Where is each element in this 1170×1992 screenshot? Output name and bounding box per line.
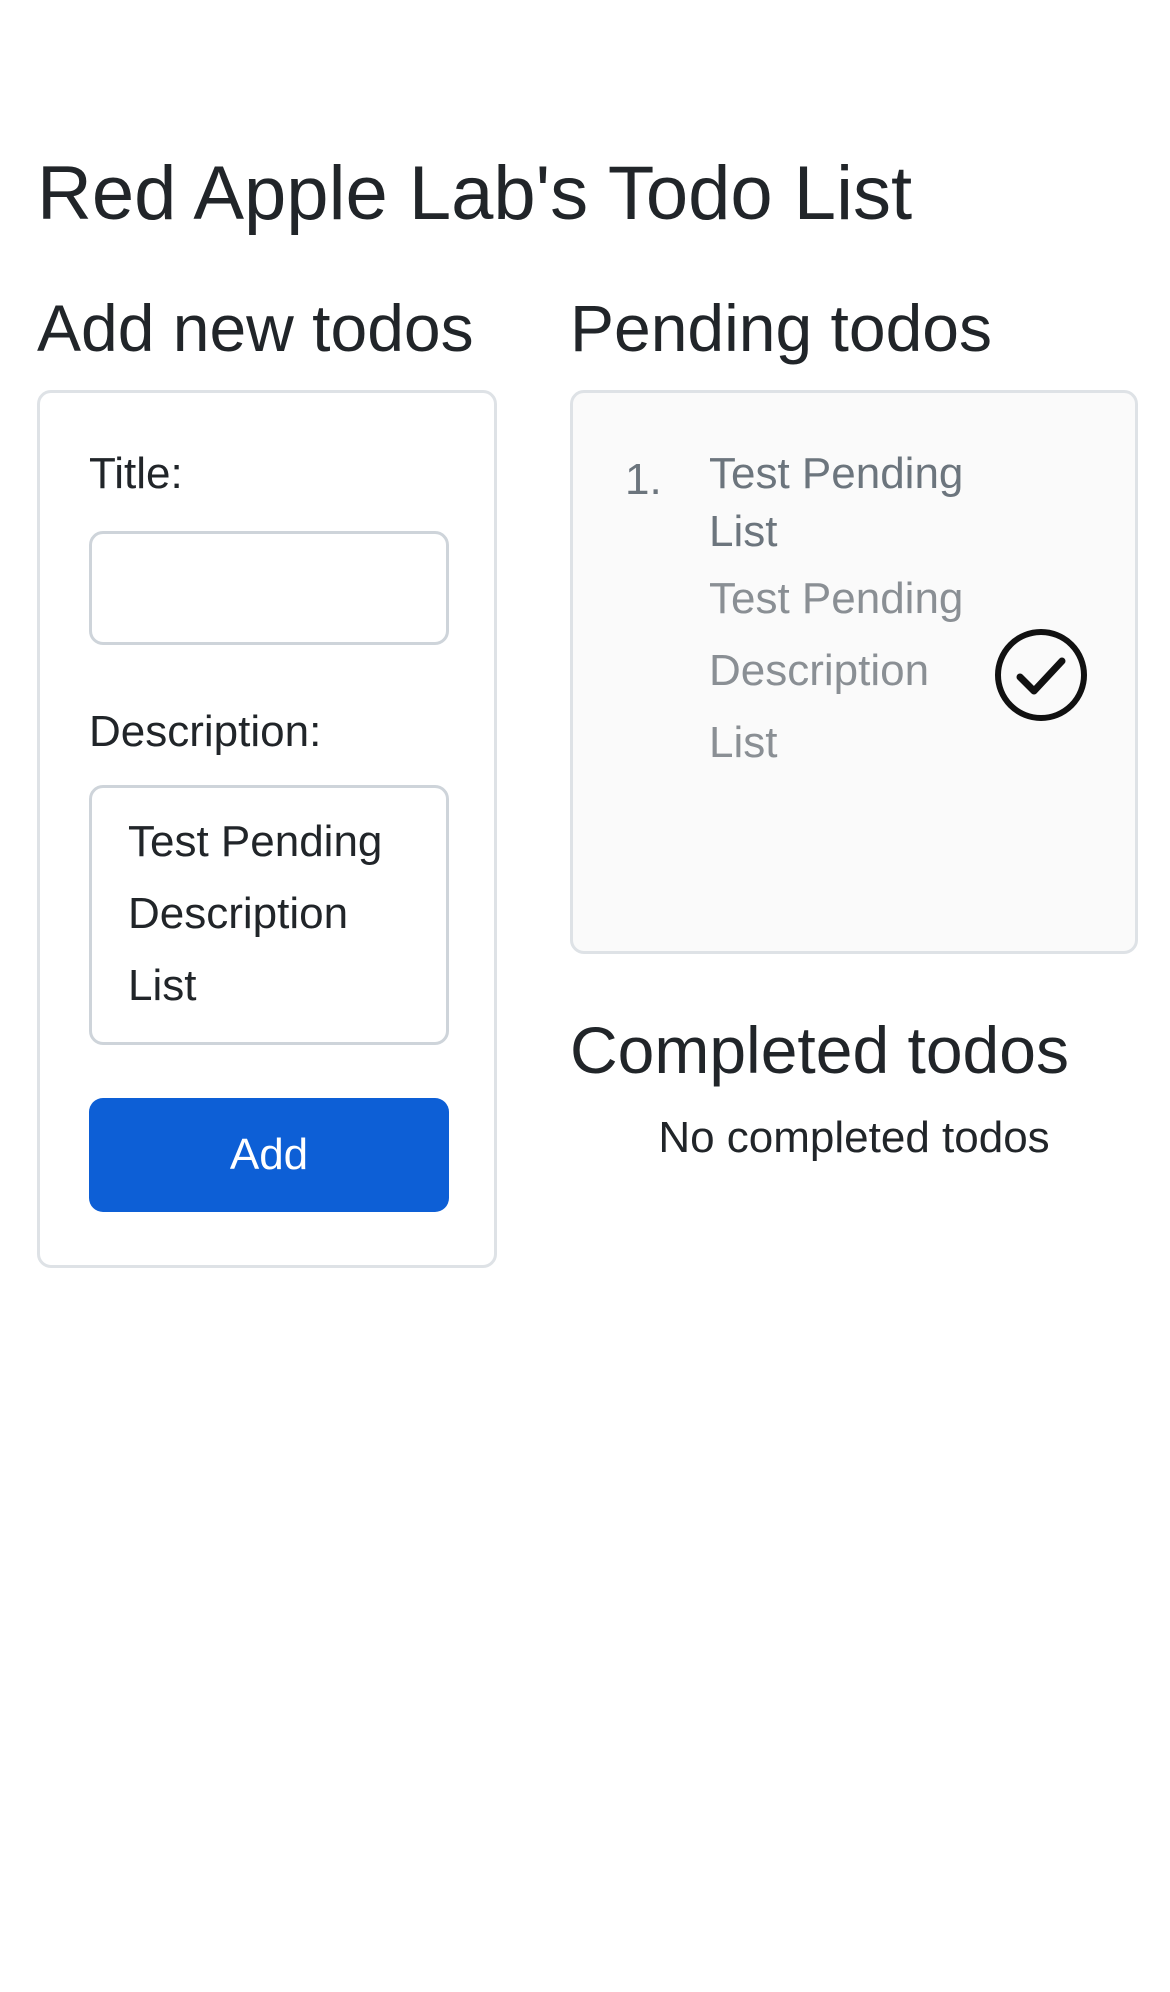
todo-description: Test Pending Description List [709, 574, 964, 767]
pending-section-heading: Pending todos [570, 291, 993, 365]
add-todo-column: Add new todos Title: Description: Test P… [37, 288, 497, 1268]
todo-number: 1. [625, 455, 662, 504]
description-label: Description: [89, 707, 322, 756]
title-input[interactable] [89, 531, 449, 645]
description-input[interactable]: Test Pending Description List [89, 785, 449, 1045]
empty-completed-message: No completed todos [658, 1113, 1050, 1162]
check-circle-icon[interactable] [993, 627, 1089, 723]
pending-todos-card: 1. Test Pending List Test Pending Descri… [570, 390, 1138, 954]
todo-lists-column: Pending todos 1. Test Pending List Test … [570, 288, 1138, 1168]
todo-title: Test Pending List [709, 449, 964, 556]
page-title: Red Apple Lab's Todo List [37, 151, 913, 236]
add-button[interactable]: Add [89, 1098, 449, 1212]
completed-section-heading: Completed todos [570, 1013, 1069, 1087]
todo-content: Test Pending List Test Pending Descripti… [709, 445, 969, 779]
add-section-heading: Add new todos [37, 291, 474, 365]
todo-app: Red Apple Lab's Todo List Add new todos … [0, 0, 1170, 1992]
add-todo-form: Title: Description: Test Pending Descrip… [37, 390, 497, 1268]
title-label: Title: [89, 449, 183, 498]
